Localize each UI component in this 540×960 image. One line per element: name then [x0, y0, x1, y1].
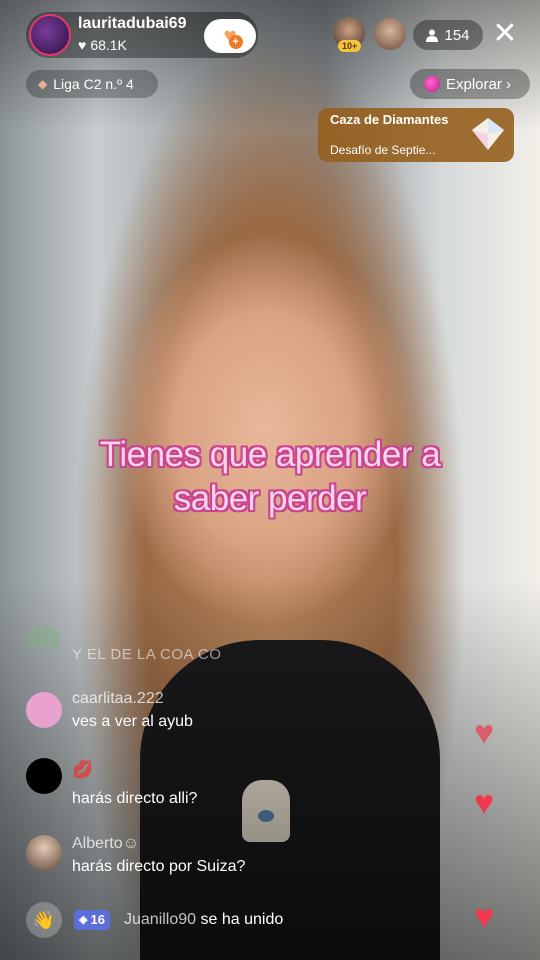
heart-icon: ♥ — [474, 714, 495, 752]
plus-icon: + — [228, 35, 243, 49]
event-title: Caza de Diamantes — [330, 112, 449, 127]
heart-plus-icon: ♥ + — [223, 25, 243, 49]
comment-text: harás directo alli? — [72, 790, 198, 807]
host-avatar[interactable] — [29, 14, 71, 56]
viewer-count: 154 — [444, 26, 470, 44]
diamond-icon: ◈ — [79, 914, 88, 926]
explore-label: Explorar › — [446, 75, 512, 93]
explore-button[interactable]: Explorar › — [410, 69, 530, 99]
heart-icon: ♥ — [474, 898, 495, 936]
person-icon — [426, 29, 439, 42]
caption-overlay: Tienes que aprender a saber perder — [99, 435, 441, 518]
event-subtitle: Desafío de Septie... — [330, 143, 436, 157]
viewer-rank-badge: 10+ — [338, 40, 362, 52]
join-username[interactable]: Juanillo90 — [124, 911, 196, 928]
comment-avatar[interactable] — [26, 835, 62, 871]
comment-username[interactable]: caarlitaa.222 — [72, 690, 164, 708]
top-viewer-avatar-2[interactable] — [374, 18, 406, 50]
diamond-prism-icon — [472, 118, 504, 150]
join-text: se ha unido — [196, 911, 284, 928]
join-message: Juanillo90 se ha unido — [124, 911, 283, 929]
viewer-count-pill[interactable]: 154 — [413, 20, 483, 50]
heart-icon: ♥ — [474, 784, 495, 822]
live-stream-view: lauritadubai69 ♥ 68.1K ♥ + 10+ 154 ✕ ◆ Li… — [0, 0, 540, 960]
level-badge: ◈ 16 — [74, 910, 110, 930]
level-badge-value: 16 — [90, 912, 105, 927]
close-icon[interactable]: ✕ — [490, 19, 520, 50]
comment-username[interactable]: 💋 — [72, 760, 93, 780]
comment-text: Y EL DE LA COA CO — [72, 646, 222, 663]
comment-username[interactable]: Alberto☺ — [72, 835, 139, 853]
league-label: Liga C2 n.º 4 — [53, 76, 134, 92]
host-username[interactable]: lauritadubai69 — [78, 15, 186, 33]
host-likes-count: 68.1K — [90, 37, 127, 53]
host-likes: ♥ 68.1K — [78, 37, 127, 53]
comment-avatar-faded[interactable] — [26, 625, 60, 649]
comment-text: harás directo por Suiza? — [72, 858, 246, 875]
league-pill[interactable]: ◆ Liga C2 n.º 4 — [26, 70, 158, 98]
diamond-icon: ◆ — [38, 77, 48, 91]
explore-icon — [424, 76, 440, 92]
comment-avatar[interactable] — [26, 692, 62, 728]
comment-avatar[interactable] — [26, 758, 62, 794]
comment-text: ves a ver al ayub — [72, 713, 193, 730]
heart-icon: ♥ — [78, 37, 87, 53]
follow-button[interactable]: ♥ + — [204, 19, 256, 53]
wave-hand-icon: 👋 — [26, 902, 62, 938]
